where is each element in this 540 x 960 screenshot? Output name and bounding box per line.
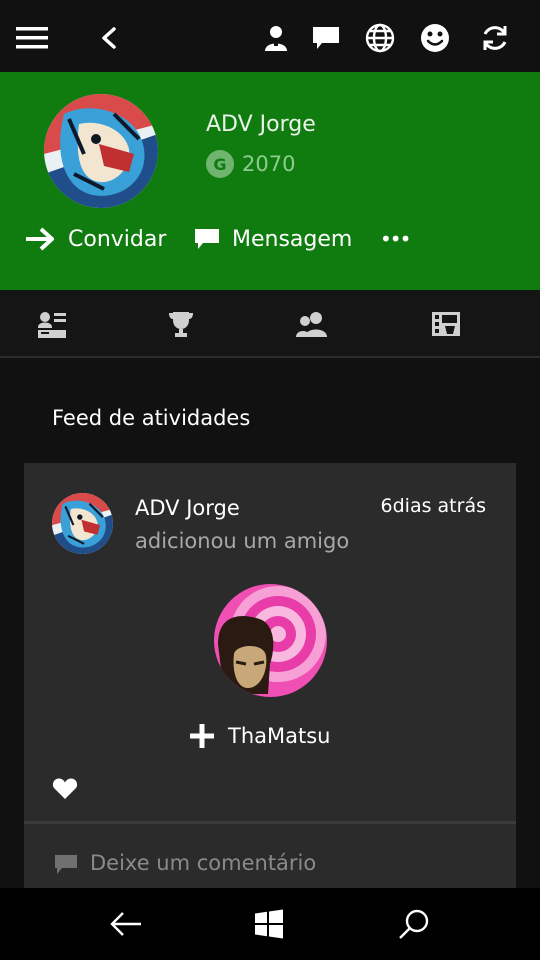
- invite-button[interactable]: Convidar: [24, 222, 166, 256]
- more-icon: •••: [380, 227, 411, 251]
- system-nav-bar: [0, 888, 540, 960]
- feed-author-name[interactable]: ADV Jorge: [135, 496, 240, 520]
- gamerscore: G 2070: [206, 150, 295, 178]
- friend-avatar[interactable]: [214, 584, 327, 697]
- author-avatar[interactable]: [52, 493, 113, 554]
- tab-friends-group-icon[interactable]: [296, 308, 328, 340]
- message-label: Mensagem: [232, 226, 353, 252]
- gamerscore-icon: G: [206, 150, 234, 178]
- feed-title: Feed de atividades: [52, 406, 251, 430]
- windows-start-icon[interactable]: [251, 906, 287, 942]
- smiley-icon[interactable]: [415, 18, 455, 58]
- feed-activity-text: adicionou um amigo: [135, 529, 350, 553]
- feed-activity-card[interactable]: ADV Jorge 6dias atrás adicionou um amigo…: [24, 463, 516, 823]
- tab-profile-card-icon[interactable]: [36, 308, 68, 340]
- gamerscore-value: 2070: [242, 152, 296, 176]
- comment-placeholder: Deixe um comentário: [90, 851, 317, 875]
- globe-icon[interactable]: [360, 18, 400, 58]
- profile-header: ADV Jorge G 2070 Convidar Mensagem •••: [0, 72, 540, 290]
- plus-icon: [190, 724, 214, 748]
- hamburger-menu-icon[interactable]: [12, 18, 52, 58]
- invite-label: Convidar: [68, 226, 167, 252]
- friend-link[interactable]: ThaMatsu: [190, 721, 330, 751]
- more-options-button[interactable]: •••: [380, 222, 411, 256]
- profile-tabs: [0, 290, 540, 358]
- search-icon[interactable]: [396, 906, 432, 942]
- nav-back-arrow-icon[interactable]: [108, 906, 144, 942]
- gamertag: ADV Jorge: [206, 112, 316, 137]
- tab-trophy-icon[interactable]: [165, 308, 197, 340]
- gamerpic-avatar[interactable]: [44, 94, 158, 208]
- comment-icon: [54, 854, 78, 876]
- refresh-icon[interactable]: [475, 18, 515, 58]
- tab-game-clips-icon[interactable]: [430, 308, 462, 340]
- app-top-bar: [0, 0, 540, 72]
- friends-icon[interactable]: [256, 18, 296, 58]
- friend-name: ThaMatsu: [228, 724, 331, 748]
- comment-input[interactable]: Deixe um comentário: [24, 824, 516, 888]
- heart-icon[interactable]: [52, 777, 78, 801]
- arrow-right-icon: [26, 227, 54, 251]
- feed-timestamp: 6dias atrás: [380, 495, 486, 517]
- messages-icon[interactable]: [306, 18, 346, 58]
- back-chevron-icon[interactable]: [89, 18, 129, 58]
- message-button[interactable]: Mensagem: [194, 222, 352, 256]
- message-icon: [195, 229, 219, 249]
